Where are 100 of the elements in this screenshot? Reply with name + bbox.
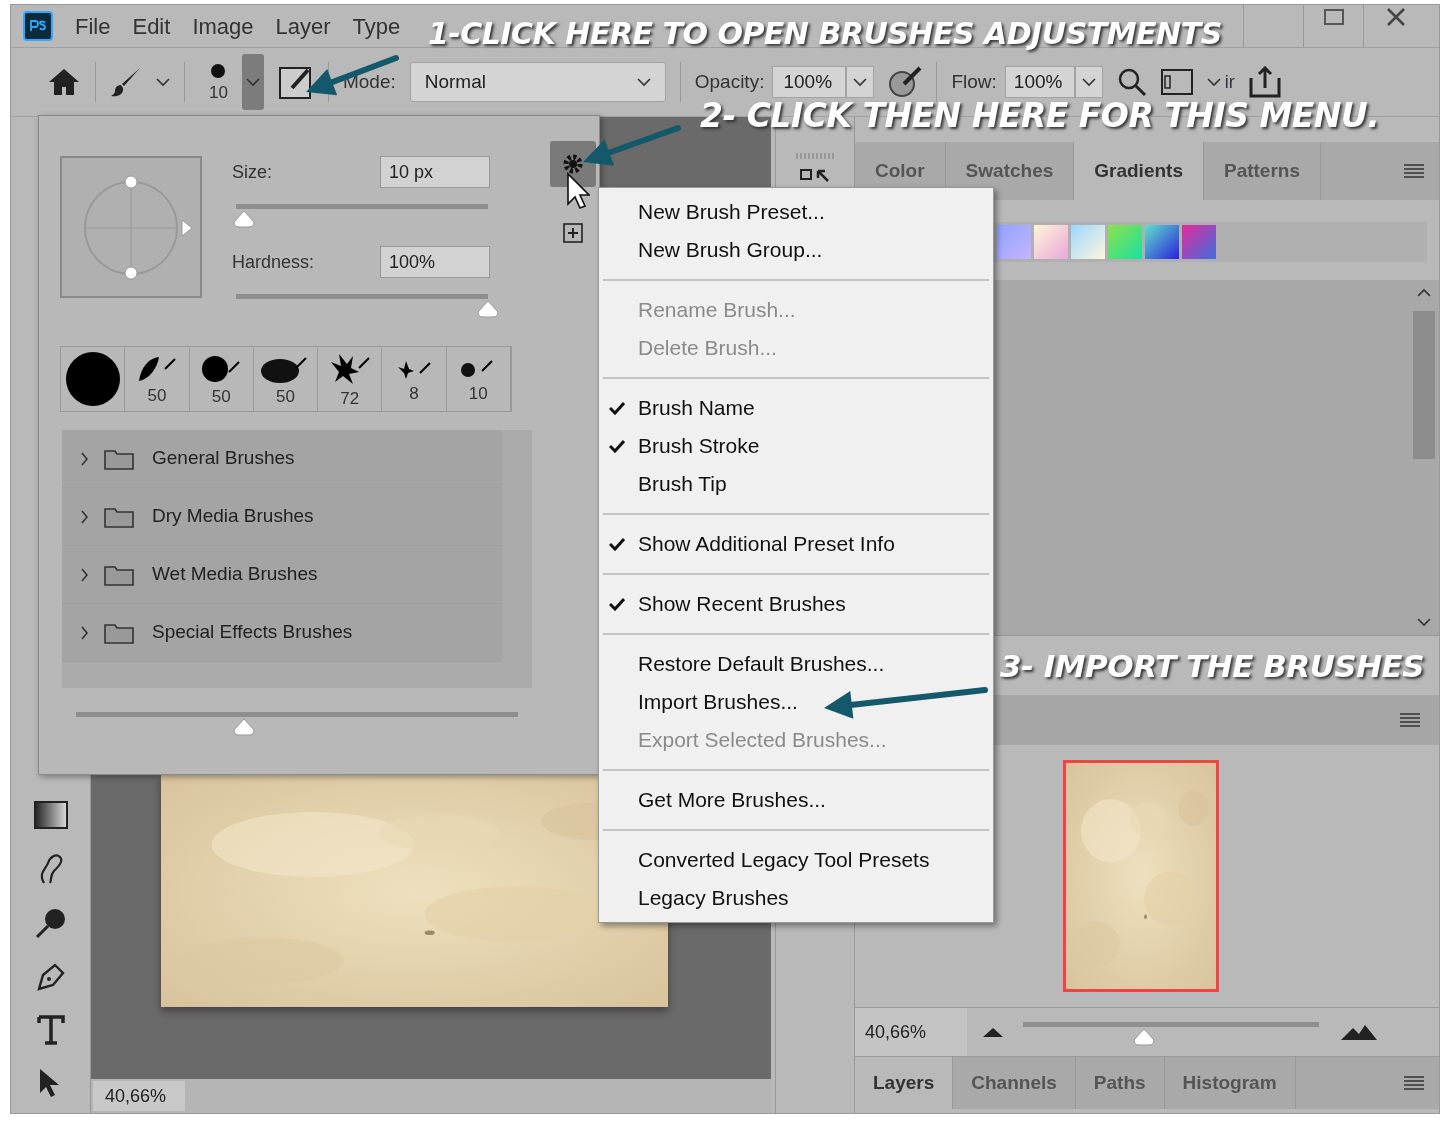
pen-tool-icon[interactable] xyxy=(34,961,67,993)
menu-icon[interactable] xyxy=(1403,163,1425,179)
scrollbar-thumb[interactable] xyxy=(1413,311,1435,459)
opacity-field[interactable]: 100% xyxy=(772,66,847,98)
zoom-level-field[interactable]: 40,66% xyxy=(93,1081,185,1111)
flow-field[interactable]: 100% xyxy=(1004,66,1075,98)
flow-label: Flow: xyxy=(951,69,997,94)
mode-dropdown[interactable]: Normal xyxy=(409,62,666,102)
scroll-down-icon xyxy=(1417,618,1431,627)
brush-group-name: Wet Media Brushes xyxy=(152,562,318,587)
collapsed-caret-icon[interactable] xyxy=(78,509,90,524)
gradient-swatch[interactable] xyxy=(1108,225,1142,259)
brush-toggle-icon[interactable] xyxy=(277,64,314,100)
menu-icon[interactable] xyxy=(1399,712,1421,728)
checkmark-icon xyxy=(609,537,625,551)
collapsed-caret-icon[interactable] xyxy=(78,567,90,582)
folder-icon xyxy=(104,505,134,528)
annotation-text: 2- CLICK THEN HERE FOR THIS MENU. xyxy=(700,96,1380,136)
hardness-label: Hardness: xyxy=(232,250,316,274)
brush-size-text: 10 xyxy=(468,384,488,402)
menu-option[interactable]: Brush Tip xyxy=(599,465,993,503)
folder-icon xyxy=(104,447,134,470)
annotation-text: 1-CLICK HERE TO OPEN BRUSHES ADJUSTMENTS xyxy=(428,15,1222,53)
brush-tip-icon xyxy=(211,63,226,78)
recent-brush[interactable]: 10 xyxy=(446,347,511,411)
recent-brush[interactable]: 50 xyxy=(189,347,254,411)
zoom-slider-thumb[interactable] xyxy=(1132,1028,1157,1046)
size-label: Size: xyxy=(232,160,274,184)
menu-option[interactable]: Brush Stroke xyxy=(599,427,993,465)
brush-preset-dropdown[interactable] xyxy=(241,54,264,110)
opacity-label: Opacity: xyxy=(694,69,765,94)
panel-tab[interactable]: Layers xyxy=(855,1057,954,1109)
recent-brush[interactable]: 50 xyxy=(253,347,319,411)
brush-size-text: 50 xyxy=(211,387,231,405)
search-icon[interactable] xyxy=(1116,67,1147,97)
menu-item[interactable]: Type xyxy=(352,9,401,43)
zoom-field[interactable]: 40,66% xyxy=(855,1008,967,1056)
opacity-dropdown[interactable] xyxy=(846,66,875,98)
menu-option[interactable]: Legacy Brushes xyxy=(599,879,993,917)
pressure-icon[interactable] xyxy=(888,66,923,98)
brush-size-text: 8 xyxy=(409,384,419,402)
settings-button[interactable] xyxy=(550,141,596,187)
menu-item[interactable]: Image xyxy=(192,9,254,43)
menu-option[interactable]: New Brush Group... xyxy=(599,231,993,269)
menu-item[interactable]: Edit xyxy=(132,9,171,43)
menu-option[interactable]: Get More Brushes... xyxy=(599,781,993,819)
recent-brush[interactable]: 8 xyxy=(382,347,447,411)
brush-group-name: Special Effects Brushes xyxy=(152,620,353,645)
gradient-swatch[interactable] xyxy=(997,225,1031,259)
brush-group-row[interactable]: Special Effects Brushes xyxy=(62,604,502,662)
menu-item[interactable]: File xyxy=(75,9,111,43)
zoom-in-icon[interactable] xyxy=(1341,1024,1377,1040)
round-brush-icon xyxy=(63,350,122,408)
share-icon[interactable] xyxy=(1248,66,1281,98)
size-field[interactable]: 10 px xyxy=(380,156,490,188)
preview-size-slider-thumb[interactable] xyxy=(231,718,256,736)
recent-brush[interactable]: 72 xyxy=(318,347,383,411)
caret-icon xyxy=(1206,77,1221,87)
leaf-brush-icon xyxy=(136,354,177,383)
brush-group-row[interactable]: General Brushes xyxy=(62,430,502,488)
gradient-swatch[interactable] xyxy=(1182,225,1216,259)
home-icon[interactable] xyxy=(47,67,81,97)
add-icon[interactable] xyxy=(563,223,583,243)
collapsed-caret-icon[interactable] xyxy=(78,625,90,640)
brush-group-row[interactable]: Wet Media Brushes xyxy=(62,546,502,604)
caret-icon xyxy=(1081,77,1096,87)
checkmark-icon xyxy=(609,597,625,611)
menu-option[interactable]: Show Recent Brushes xyxy=(599,585,993,623)
brush-group-row[interactable]: Dry Media Brushes xyxy=(62,488,502,546)
panel-tab[interactable]: Gradients xyxy=(1074,142,1204,200)
mouse-cursor xyxy=(566,172,590,210)
gradient-tool-icon[interactable] xyxy=(33,801,68,829)
size-slider-thumb[interactable] xyxy=(231,210,256,228)
menu-option[interactable]: Converted Legacy Tool Presets xyxy=(599,841,993,879)
menu-option[interactable]: Import Brushes... xyxy=(599,683,993,721)
close-icon xyxy=(1385,7,1406,27)
menu-option[interactable]: Restore Default Brushes... xyxy=(599,645,993,683)
hardness-field[interactable]: 100% xyxy=(380,246,490,278)
flow-dropdown[interactable] xyxy=(1074,66,1103,98)
gradient-swatch[interactable] xyxy=(1145,225,1179,259)
zoom-out-icon[interactable] xyxy=(983,1027,1003,1037)
collapsed-caret-icon[interactable] xyxy=(78,451,90,466)
hardness-slider-thumb[interactable] xyxy=(476,300,500,318)
menu-icon[interactable] xyxy=(1403,1075,1425,1091)
menu-item[interactable]: Layer xyxy=(275,9,331,43)
annotation-text: 3- IMPORT THE BRUSHES xyxy=(1000,647,1425,686)
panel-icon[interactable] xyxy=(1160,69,1193,95)
type-tool-icon[interactable] xyxy=(36,1015,65,1045)
scroll-up-icon xyxy=(1417,288,1431,297)
menu-option[interactable]: Brush Name xyxy=(599,389,993,427)
workspace-label[interactable]: ir xyxy=(1224,68,1235,96)
recent-brush[interactable]: 50 xyxy=(125,347,190,411)
gradient-swatch[interactable] xyxy=(1071,225,1105,259)
dodge-tool-icon[interactable] xyxy=(34,907,67,939)
brush-icon[interactable] xyxy=(110,66,142,98)
checkmark-icon xyxy=(609,401,625,415)
gradient-swatch[interactable] xyxy=(1034,225,1068,259)
menu-option[interactable]: Show Additional Preset Info xyxy=(599,525,993,563)
brush-size-label: 10 xyxy=(209,83,228,101)
brush-size-text: 50 xyxy=(276,387,295,405)
